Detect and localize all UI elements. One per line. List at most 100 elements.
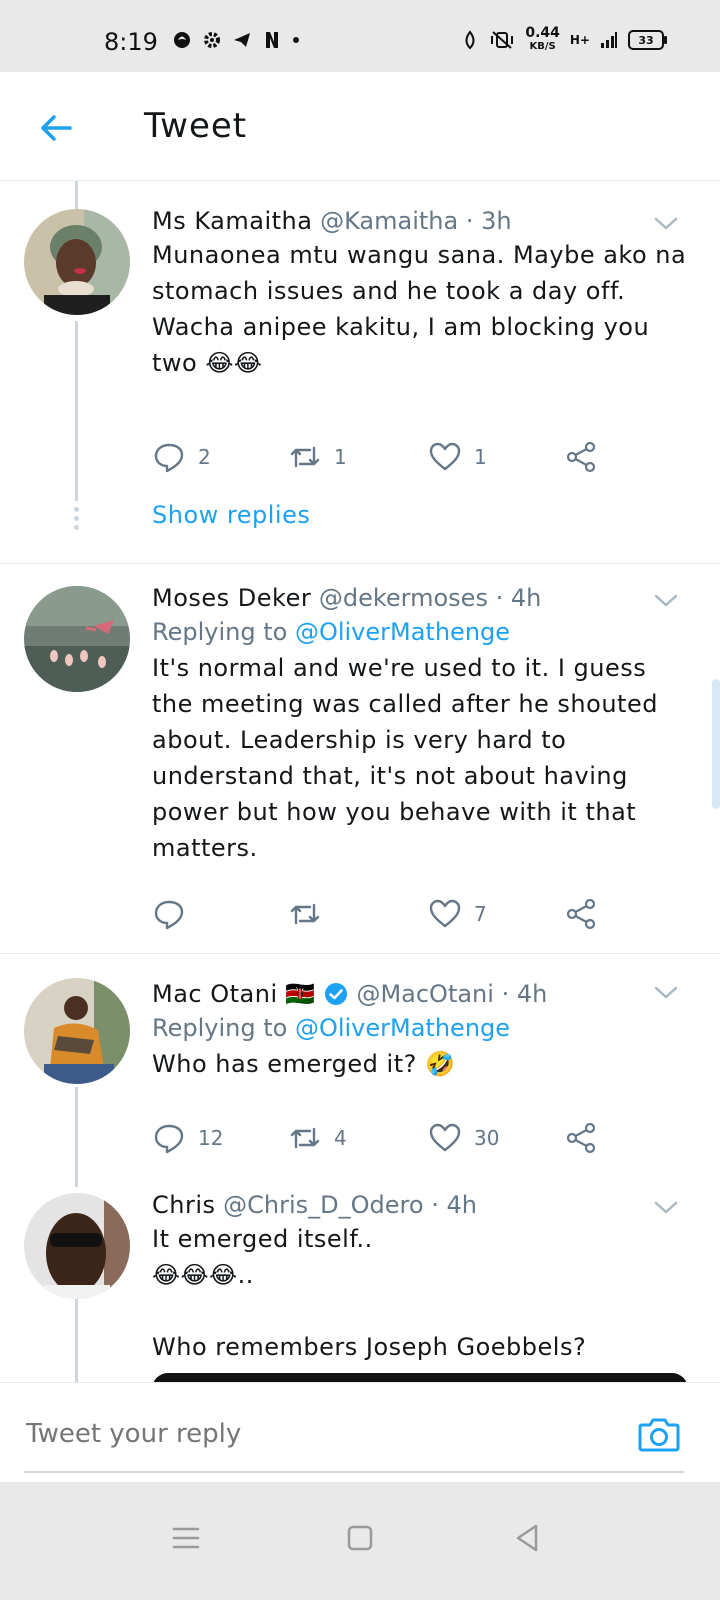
tweet-content: Ms Kamaitha @Kamaitha · 3h Munaonea mtu … (152, 205, 692, 381)
author-name[interactable]: Mac Otani (152, 980, 278, 1008)
scrollbar[interactable] (712, 679, 720, 809)
separator-dot: · (465, 207, 474, 235)
media-preview[interactable] (152, 1373, 688, 1382)
author-handle[interactable]: @dekermoses (319, 584, 488, 612)
reply-button[interactable]: 2 (152, 437, 211, 477)
gear-icon (204, 32, 220, 48)
heart-icon (429, 1123, 461, 1152)
retweet-icon (290, 1127, 320, 1149)
home-square-icon[interactable] (340, 1518, 380, 1558)
mention-link[interactable]: @OliverMathenge (295, 1014, 510, 1042)
netflix-icon (266, 32, 278, 48)
like-count: 7 (474, 902, 487, 926)
like-count: 1 (474, 445, 487, 469)
tweet-text: It emerged itself.. 😂😂😂.. Who remembers … (152, 1225, 587, 1361)
chevron-down-icon[interactable] (652, 586, 680, 614)
tweet-meta: Mac Otani 🇰🇪 @MacOtani · 4h (152, 978, 692, 1010)
tweet-time: 4h (446, 1191, 477, 1219)
avatar[interactable] (24, 586, 130, 692)
retweet-button[interactable] (288, 894, 334, 934)
chevron-down-icon[interactable] (652, 209, 680, 237)
like-button[interactable]: 30 (428, 1118, 499, 1158)
author-name[interactable]: Moses Deker (152, 584, 311, 612)
avatar[interactable] (24, 1193, 130, 1299)
tweet[interactable]: Moses Deker @dekermoses · 4h Replying to… (0, 564, 720, 954)
avatar[interactable] (24, 978, 130, 1084)
net-speed-unit: KB/S (529, 41, 556, 52)
tweet-actions: 2 1 1 (152, 437, 612, 477)
chevron-down-icon[interactable] (652, 978, 680, 1006)
vibrate-icon (491, 31, 514, 49)
mention-link[interactable]: @OliverMathenge (295, 618, 510, 646)
net-speed-value: 0.44 (525, 25, 560, 41)
author-handle[interactable]: @Chris_D_Odero (223, 1191, 423, 1219)
share-icon (566, 1122, 596, 1154)
heart-icon (429, 899, 461, 928)
chevron-down-icon[interactable] (652, 1193, 680, 1221)
tweet-feed[interactable]: Ms Kamaitha @Kamaitha · 3h Munaonea mtu … (0, 181, 720, 1382)
heart-icon (429, 442, 461, 471)
reply-button[interactable] (152, 894, 198, 934)
author-handle[interactable]: @Kamaitha (320, 207, 458, 235)
telegram-icon (234, 33, 250, 47)
like-button[interactable]: 7 (428, 894, 487, 934)
reply-icon (154, 900, 184, 930)
status-time: 8:19 (104, 28, 158, 56)
system-nav-bar (0, 1482, 720, 1600)
retweet-count: 1 (334, 445, 347, 469)
menu-icon[interactable] (166, 1518, 206, 1558)
notification-icons (172, 30, 300, 50)
header: Tweet (0, 72, 720, 181)
reply-count: 12 (198, 1126, 224, 1150)
like-count: 30 (474, 1126, 500, 1150)
data-saver-icon (465, 30, 475, 50)
reply-count: 2 (198, 445, 211, 469)
retweet-button[interactable]: 1 (288, 437, 347, 477)
signal-icon (601, 32, 617, 48)
avatar[interactable] (24, 209, 130, 315)
share-icon (566, 441, 596, 473)
retweet-icon (290, 446, 320, 468)
share-icon (566, 898, 596, 930)
tweet-reply-input[interactable] (24, 1411, 628, 1457)
retweet-count: 4 (334, 1126, 347, 1150)
network-type: H+ (569, 33, 590, 47)
author-handle[interactable]: @MacOtani (356, 980, 494, 1008)
tweet[interactable]: Mac Otani 🇰🇪 @MacOtani · 4h Replying to … (0, 954, 720, 1184)
tweet-content: Chris @Chris_D_Odero · 4h It emerged its… (152, 1189, 692, 1365)
show-replies-link[interactable]: Show replies (152, 501, 310, 529)
tweet-content: Mac Otani 🇰🇪 @MacOtani · 4h Replying to … (152, 978, 692, 1082)
replying-to-prefix: Replying to (152, 618, 288, 646)
tweet-content: Moses Deker @dekermoses · 4h Replying to… (152, 582, 692, 866)
status-bar: 8:19 0.44 KB/S H+ 33 (0, 0, 720, 72)
tweet-text: Who has emerged it? 🤣 (152, 1050, 456, 1078)
separator-dot: · (495, 584, 504, 612)
author-name[interactable]: Ms Kamaitha (152, 207, 312, 235)
separator-dot: · (431, 1191, 439, 1219)
tweet-meta: Moses Deker @dekermoses · 4h (152, 582, 692, 614)
input-underline (24, 1471, 684, 1473)
back-triangle-icon[interactable] (508, 1518, 548, 1558)
tweet-actions: 7 (152, 894, 612, 934)
tweet-actions: 12 4 30 (152, 1118, 612, 1158)
like-button[interactable]: 1 (428, 437, 487, 477)
reply-button[interactable]: 12 (152, 1118, 223, 1158)
author-name[interactable]: Chris (152, 1191, 216, 1219)
share-button[interactable] (564, 437, 598, 477)
reply-icon (154, 1124, 184, 1154)
back-arrow-icon[interactable] (36, 108, 76, 148)
tweet-time: 4h (510, 584, 542, 612)
network-speed: 0.44 KB/S (525, 26, 560, 54)
share-button[interactable] (564, 1118, 598, 1158)
camera-icon[interactable] (636, 1411, 682, 1457)
status-right: 0.44 KB/S H+ 33 (461, 26, 667, 54)
retweet-button[interactable]: 4 (288, 1118, 347, 1158)
app-notification-icon (174, 32, 190, 48)
share-button[interactable] (564, 894, 598, 934)
tweet[interactable]: Chris @Chris_D_Odero · 4h It emerged its… (0, 1189, 720, 1382)
kenya-flag: 🇰🇪 (285, 980, 316, 1008)
tweet[interactable]: Ms Kamaitha @Kamaitha · 3h Munaonea mtu … (0, 181, 720, 563)
battery-icon: 33 (628, 30, 667, 50)
tweet-time: 3h (481, 207, 512, 235)
replying-to: Replying to @OliverMathenge (152, 1010, 692, 1046)
